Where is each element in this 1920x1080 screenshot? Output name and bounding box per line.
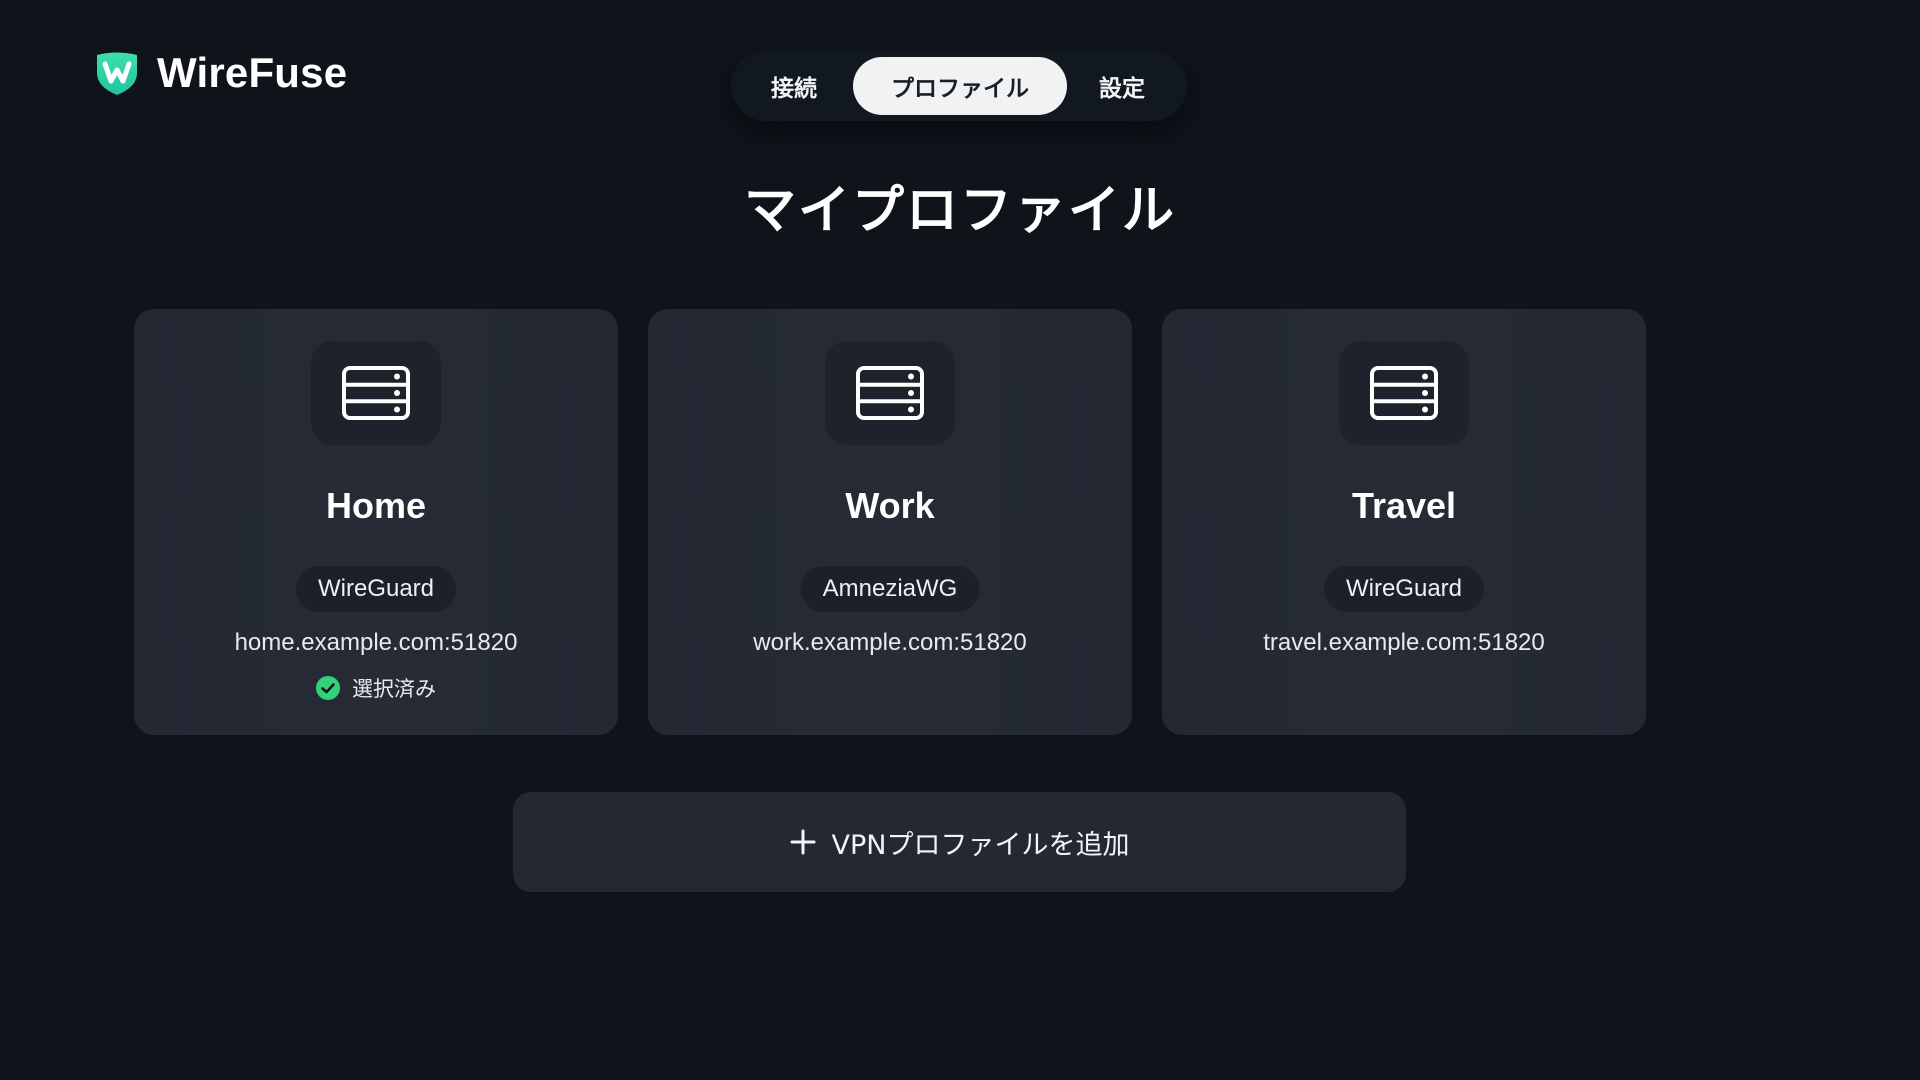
selected-label: 選択済み <box>352 677 436 701</box>
profile-name: Work <box>845 485 935 526</box>
server-icon-box <box>825 341 955 445</box>
check-circle-icon <box>316 676 340 700</box>
page-title: マイプロファイル <box>743 181 1176 241</box>
server-icon <box>342 366 410 420</box>
plus-icon <box>790 829 816 855</box>
brand: WireFuse <box>93 48 347 98</box>
profiles-screen: WireFuse 接続 プロファイル 設定 マイプロファイル Home Wire… <box>0 0 1920 1080</box>
profile-endpoint: work.example.com:51820 <box>753 629 1027 656</box>
profile-card-work[interactable]: Work AmneziaWG work.example.com:51820 <box>648 309 1132 735</box>
server-icon-box <box>1339 341 1469 445</box>
server-icon <box>856 366 924 420</box>
shield-w-logo-icon <box>97 52 137 95</box>
protocol-badge: WireGuard <box>1323 566 1485 612</box>
tab-settings[interactable]: 設定 <box>1067 57 1177 115</box>
app-name: WireFuse <box>157 49 348 96</box>
profile-list: Home WireGuard home.example.com:51820 選択… <box>134 309 1646 735</box>
protocol-badge: AmneziaWG <box>800 566 980 612</box>
protocol-badge: WireGuard <box>295 566 457 612</box>
profile-endpoint: home.example.com:51820 <box>234 629 518 656</box>
profile-name: Home <box>325 485 427 526</box>
tab-profiles[interactable]: プロファイル <box>853 57 1067 115</box>
tab-connect[interactable]: 接続 <box>735 57 853 115</box>
server-icon-box <box>311 341 441 445</box>
profile-name: Travel <box>1351 485 1457 526</box>
profile-endpoint: travel.example.com:51820 <box>1263 629 1545 656</box>
profile-card-travel[interactable]: Travel WireGuard travel.example.com:5182… <box>1162 309 1646 735</box>
selected-status: 選択済み <box>134 673 618 703</box>
server-icon <box>1370 366 1438 420</box>
add-profile-label: VPNプロファイルを追加 <box>831 829 1130 861</box>
profile-card-home[interactable]: Home WireGuard home.example.com:51820 選択… <box>134 309 618 735</box>
main-nav: 接続 プロファイル 設定 <box>731 51 1187 121</box>
add-profile-button[interactable]: VPNプロファイルを追加 <box>513 792 1406 892</box>
